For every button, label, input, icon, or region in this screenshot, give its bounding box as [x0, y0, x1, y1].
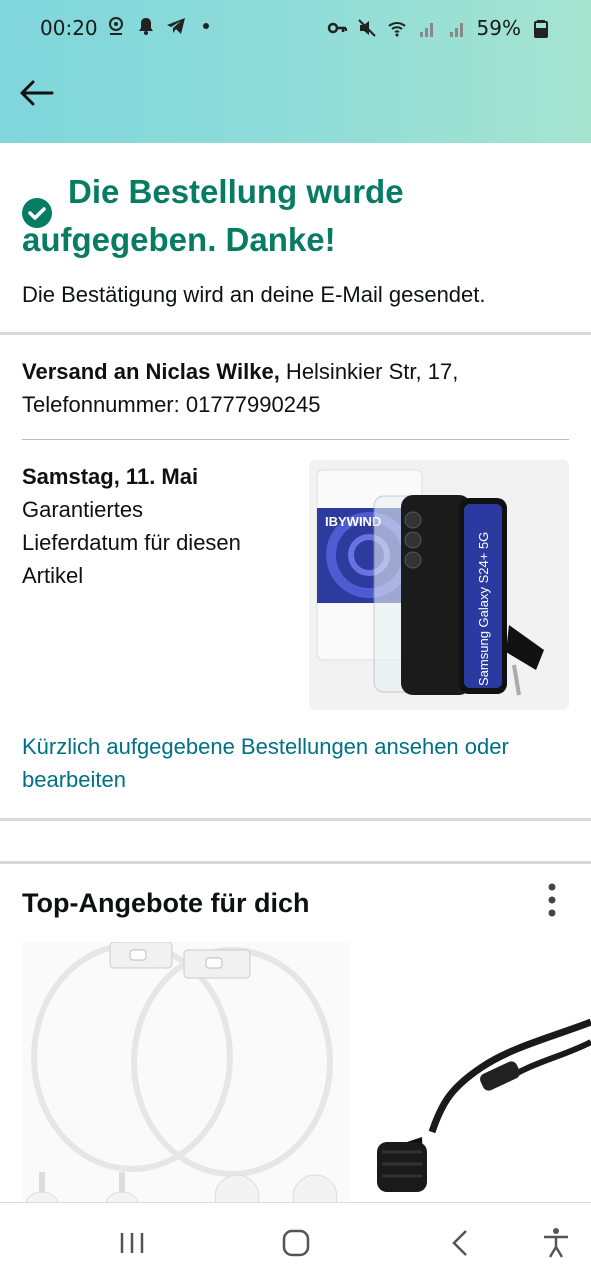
- delivery-section: Samstag, 11. Mai Garantiertes Lieferdatu…: [0, 440, 591, 710]
- product-brand: IBYWIND: [325, 514, 381, 529]
- main-content: Die Bestellung wurde aufgegeben. Danke! …: [0, 143, 591, 1212]
- offers-carousel: [0, 942, 591, 1212]
- battery-percent: 59%: [476, 16, 521, 40]
- accessibility-icon[interactable]: [538, 1225, 574, 1261]
- page-title: Die Bestellung wurde aufgegeben. Danke!: [22, 173, 404, 258]
- dot-icon: [203, 23, 209, 29]
- telegram-icon: [167, 18, 185, 34]
- order-confirmation: Die Bestellung wurde aufgegeben. Danke! …: [0, 143, 591, 310]
- back-arrow-icon[interactable]: [18, 78, 54, 108]
- bell-icon: [139, 18, 153, 35]
- product-phone-text: Samsung Galaxy S24+ 5G: [476, 532, 491, 686]
- status-time: 00:20: [40, 16, 98, 40]
- shipping-address: Helsinkier Str, 17,: [279, 359, 459, 384]
- home-icon[interactable]: [278, 1225, 314, 1261]
- shipping-phone: Telefonnummer: 01777990245: [22, 392, 321, 417]
- more-options-icon[interactable]: [545, 882, 559, 918]
- mute-icon: [357, 19, 376, 37]
- delivery-date: Samstag, 11. Mai: [22, 464, 199, 489]
- back-nav-icon[interactable]: [444, 1225, 480, 1261]
- key-icon: [327, 22, 347, 34]
- battery-icon: [534, 20, 548, 38]
- signal-icon-2: [449, 23, 463, 37]
- offer-card[interactable]: [22, 942, 349, 1212]
- shipping-recipient: Versand an Niclas Wilke,: [22, 359, 280, 384]
- location-shield-icon: [109, 17, 123, 35]
- pendant-cable-image: [25, 942, 338, 1212]
- offer-card[interactable]: [362, 942, 591, 1212]
- wifi-icon: [387, 22, 406, 37]
- phone-case-illustration: IBYWIND Samsung Galaxy S24+ 5G: [316, 469, 544, 696]
- product-image[interactable]: IBYWIND Samsung Galaxy S24+ 5G: [308, 460, 569, 710]
- offers-header: Top-Angebote für dich: [0, 864, 591, 942]
- android-nav-bar: [0, 1202, 591, 1281]
- recent-orders-link[interactable]: Kürzlich aufgegebene Bestellungen ansehe…: [0, 710, 591, 796]
- confirmation-subtitle: Die Bestätigung wird an deine E-Mail ges…: [22, 282, 486, 307]
- black-lamp-cable-image: [377, 1018, 591, 1192]
- recent-apps-icon[interactable]: [114, 1225, 150, 1261]
- signal-icon: [419, 23, 433, 37]
- status-bar: 00:20 59%: [0, 0, 591, 58]
- shipping-info: Versand an Niclas Wilke, Helsinkier Str,…: [0, 335, 591, 421]
- offers-title: Top-Angebote für dich: [22, 888, 310, 918]
